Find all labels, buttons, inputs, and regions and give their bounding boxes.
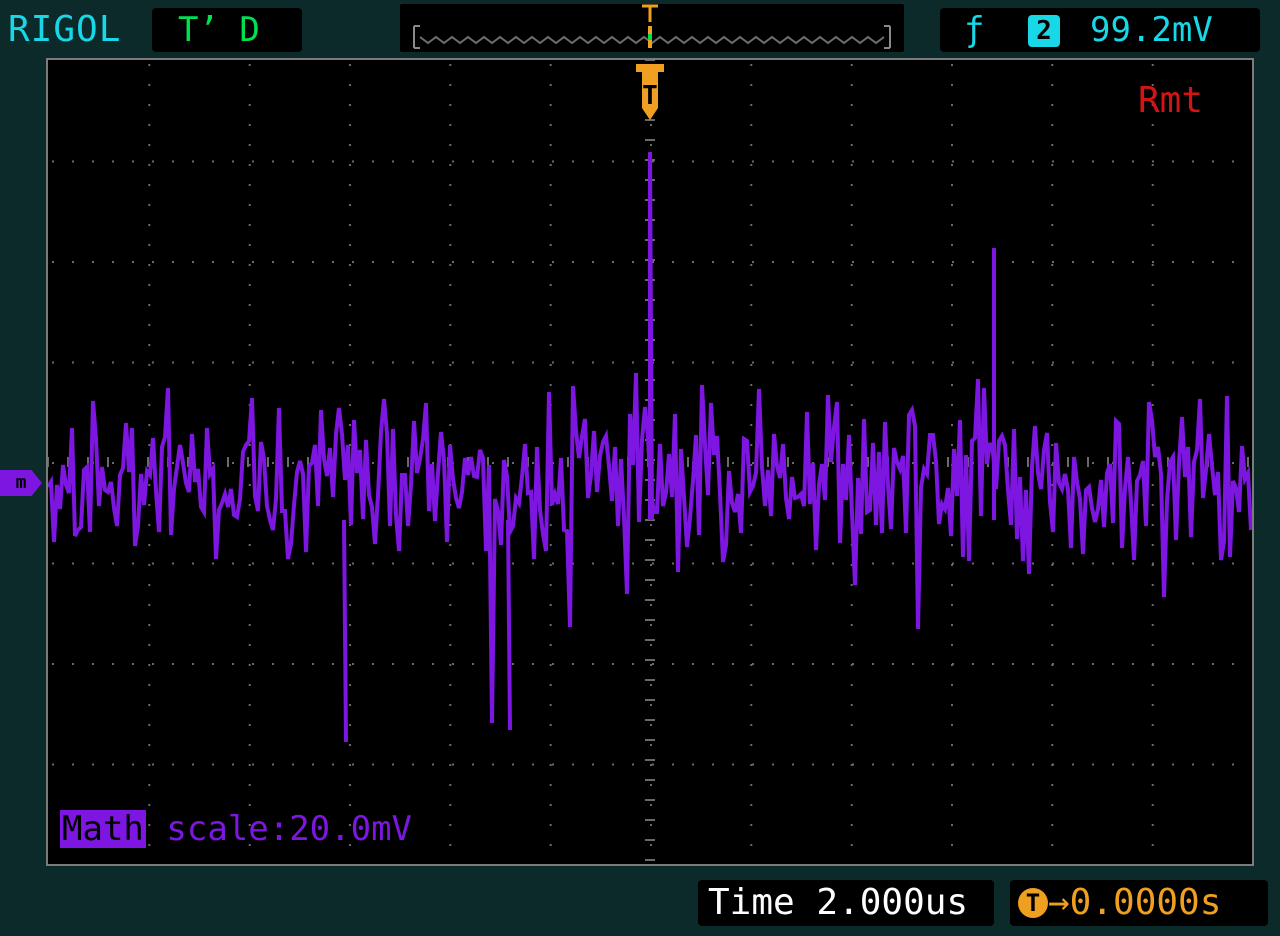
waveform-display: T Rmt Math scale:20.0mV	[46, 58, 1254, 866]
trigger-offset-readout: T →0.0000s	[1010, 880, 1268, 926]
trigger-marker-label: T	[642, 81, 658, 111]
brand-label: RIGOL	[8, 9, 122, 50]
math-waveform-trace	[48, 151, 1252, 743]
math-channel-marker[interactable]: m	[0, 470, 42, 496]
rising-edge-icon: ƒ	[964, 10, 985, 50]
memory-waveform-preview	[413, 4, 891, 49]
trigger-level-value: 99.2mV	[1090, 10, 1213, 50]
trigger-info-panel: ƒ 2 99.2mV	[940, 8, 1260, 52]
math-scale-label: Math scale:20.0mV	[60, 810, 412, 848]
remote-indicator: Rmt	[1138, 80, 1204, 121]
math-scale-value: scale:20.0mV	[166, 809, 413, 849]
waveform-grid-svg: T	[48, 60, 1252, 861]
math-tag: Math	[60, 809, 146, 849]
trigger-source-badge: 2	[1028, 15, 1060, 47]
timebase-readout: Time 2.000us	[698, 880, 994, 926]
memory-depth-bar	[400, 4, 904, 52]
trigger-time-icon: T	[1018, 888, 1048, 918]
run-status: T’ D	[152, 8, 302, 52]
trigger-offset-value: →0.0000s	[1048, 882, 1222, 923]
